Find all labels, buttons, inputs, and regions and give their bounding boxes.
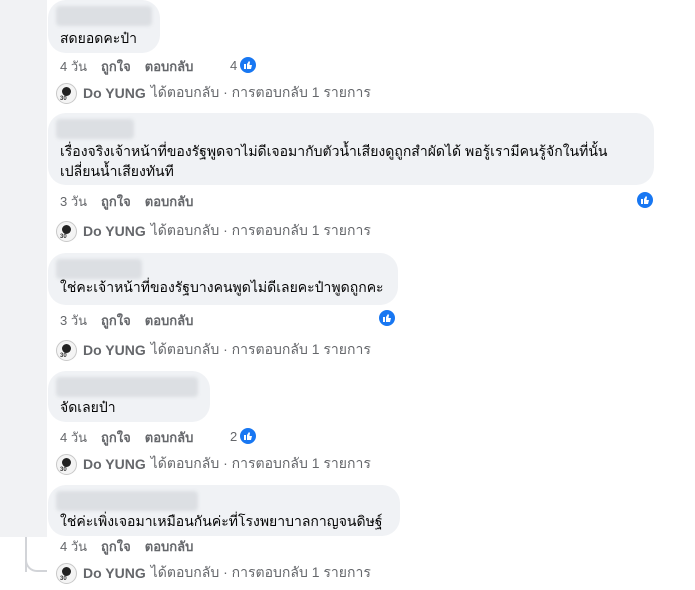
reply-button[interactable]: ตอบกลับ [145, 310, 194, 331]
commenter-name-redacted [56, 6, 152, 26]
comment-text: จัดเลยป๋า [60, 399, 116, 415]
comment-bubble: ใช่คะเจ้าหน้าที่ของรัฐบางคนพูดไม่ดีเลยคะ… [48, 253, 398, 305]
comment-bubble: สดยอดคะป๋า [48, 0, 160, 53]
comment-actions: 3 วัน ถูกใจ ตอบกลับ [60, 192, 207, 210]
comment-time[interactable]: 4 วัน [60, 427, 87, 448]
comment-actions: 4 วัน ถูกใจ ตอบกลับ [60, 428, 207, 446]
avatar: 30 [56, 339, 77, 361]
reaction-summary[interactable] [378, 309, 396, 327]
comment-time[interactable]: 3 วัน [60, 310, 87, 331]
replier-name: Do YUNG [83, 85, 146, 101]
replier-name: Do YUNG [83, 342, 146, 358]
reaction-summary[interactable]: 4 [230, 56, 258, 74]
like-thumb-icon [378, 309, 396, 327]
comment-actions: 3 วัน ถูกใจ ตอบกลับ [60, 311, 207, 329]
commenter-name-redacted [56, 377, 198, 397]
commenter-name-redacted [56, 491, 198, 511]
reaction-summary[interactable] [636, 191, 654, 209]
comment-bubble: เรื่องจริงเจ้าหน้าที่ของรัฐพูดจาไม่ดีเจอ… [48, 113, 654, 185]
reply-button[interactable]: ตอบกลับ [145, 427, 194, 448]
replies-summary: ได้ตอบกลับ · การตอบกลับ 1 รายการ [150, 455, 371, 471]
reply-button[interactable]: ตอบกลับ [145, 536, 194, 557]
thread-connector-curve [25, 552, 47, 572]
like-button[interactable]: ถูกใจ [101, 427, 131, 448]
comment-text: สดยอดคะป๋า [60, 30, 137, 46]
commenter-name-redacted [56, 259, 142, 279]
replier-name: Do YUNG [83, 223, 146, 239]
avatar: 30 [56, 453, 77, 475]
comment-bubble: จัดเลยป๋า [48, 371, 210, 422]
view-replies-link[interactable]: 30 Do YUNG ได้ตอบกลับ · การตอบกลับ 1 ราย… [56, 339, 371, 361]
reaction-summary[interactable]: 2 [230, 427, 258, 445]
replies-summary: ได้ตอบกลับ · การตอบกลับ 1 รายการ [150, 564, 371, 580]
reply-button[interactable]: ตอบกลับ [145, 191, 194, 212]
replies-summary: ได้ตอบกลับ · การตอบกลับ 1 รายการ [150, 84, 371, 100]
like-button[interactable]: ถูกใจ [101, 536, 131, 557]
like-thumb-icon [636, 191, 654, 209]
view-replies-link[interactable]: 30 Do YUNG ได้ตอบกลับ · การตอบกลับ 1 ราย… [56, 453, 371, 475]
like-button[interactable]: ถูกใจ [101, 310, 131, 331]
reaction-count: 4 [230, 57, 238, 73]
like-thumb-icon [239, 56, 258, 74]
comment-time[interactable]: 4 วัน [60, 536, 87, 557]
replier-name: Do YUNG [83, 456, 146, 472]
replies-summary: ได้ตอบกลับ · การตอบกลับ 1 รายการ [150, 222, 371, 238]
replies-summary: ได้ตอบกลับ · การตอบกลับ 1 รายการ [150, 341, 371, 357]
like-button[interactable]: ถูกใจ [101, 56, 131, 77]
replier-name: Do YUNG [83, 565, 146, 581]
comment-text: ใช่ค่ะเพิ่งเจอมาเหมือนกันค่ะที่โรงพยาบาล… [60, 513, 383, 529]
comment-time[interactable]: 3 วัน [60, 191, 87, 212]
comment-text: ใช่คะเจ้าหน้าที่ของรัฐบางคนพูดไม่ดีเลยคะ… [60, 279, 384, 295]
like-button[interactable]: ถูกใจ [101, 191, 131, 212]
view-replies-link[interactable]: 30 Do YUNG ได้ตอบกลับ · การตอบกลับ 1 ราย… [56, 82, 371, 104]
reaction-count: 2 [230, 428, 238, 444]
thread-sidebar-strip [0, 0, 47, 537]
avatar: 30 [56, 220, 77, 242]
reply-button[interactable]: ตอบกลับ [145, 56, 194, 77]
comment-actions: 4 วัน ถูกใจ ตอบกลับ [60, 537, 207, 555]
view-replies-link[interactable]: 30 Do YUNG ได้ตอบกลับ · การตอบกลับ 1 ราย… [56, 220, 371, 242]
avatar: 30 [56, 562, 77, 584]
comment-text-line-2: เปลี่ยนน้ำเสียงทันที [60, 163, 174, 179]
comment-time[interactable]: 4 วัน [60, 56, 87, 77]
comment-bubble: ใช่ค่ะเพิ่งเจอมาเหมือนกันค่ะที่โรงพยาบาล… [48, 485, 400, 536]
comment-text-line-1: เรื่องจริงเจ้าหน้าที่ของรัฐพูดจาไม่ดีเจอ… [60, 143, 608, 159]
like-thumb-icon [239, 427, 258, 445]
avatar: 30 [56, 82, 77, 104]
comment-actions: 4 วัน ถูกใจ ตอบกลับ [60, 57, 207, 75]
view-replies-link[interactable]: 30 Do YUNG ได้ตอบกลับ · การตอบกลับ 1 ราย… [56, 562, 371, 584]
commenter-name-redacted [56, 119, 134, 139]
